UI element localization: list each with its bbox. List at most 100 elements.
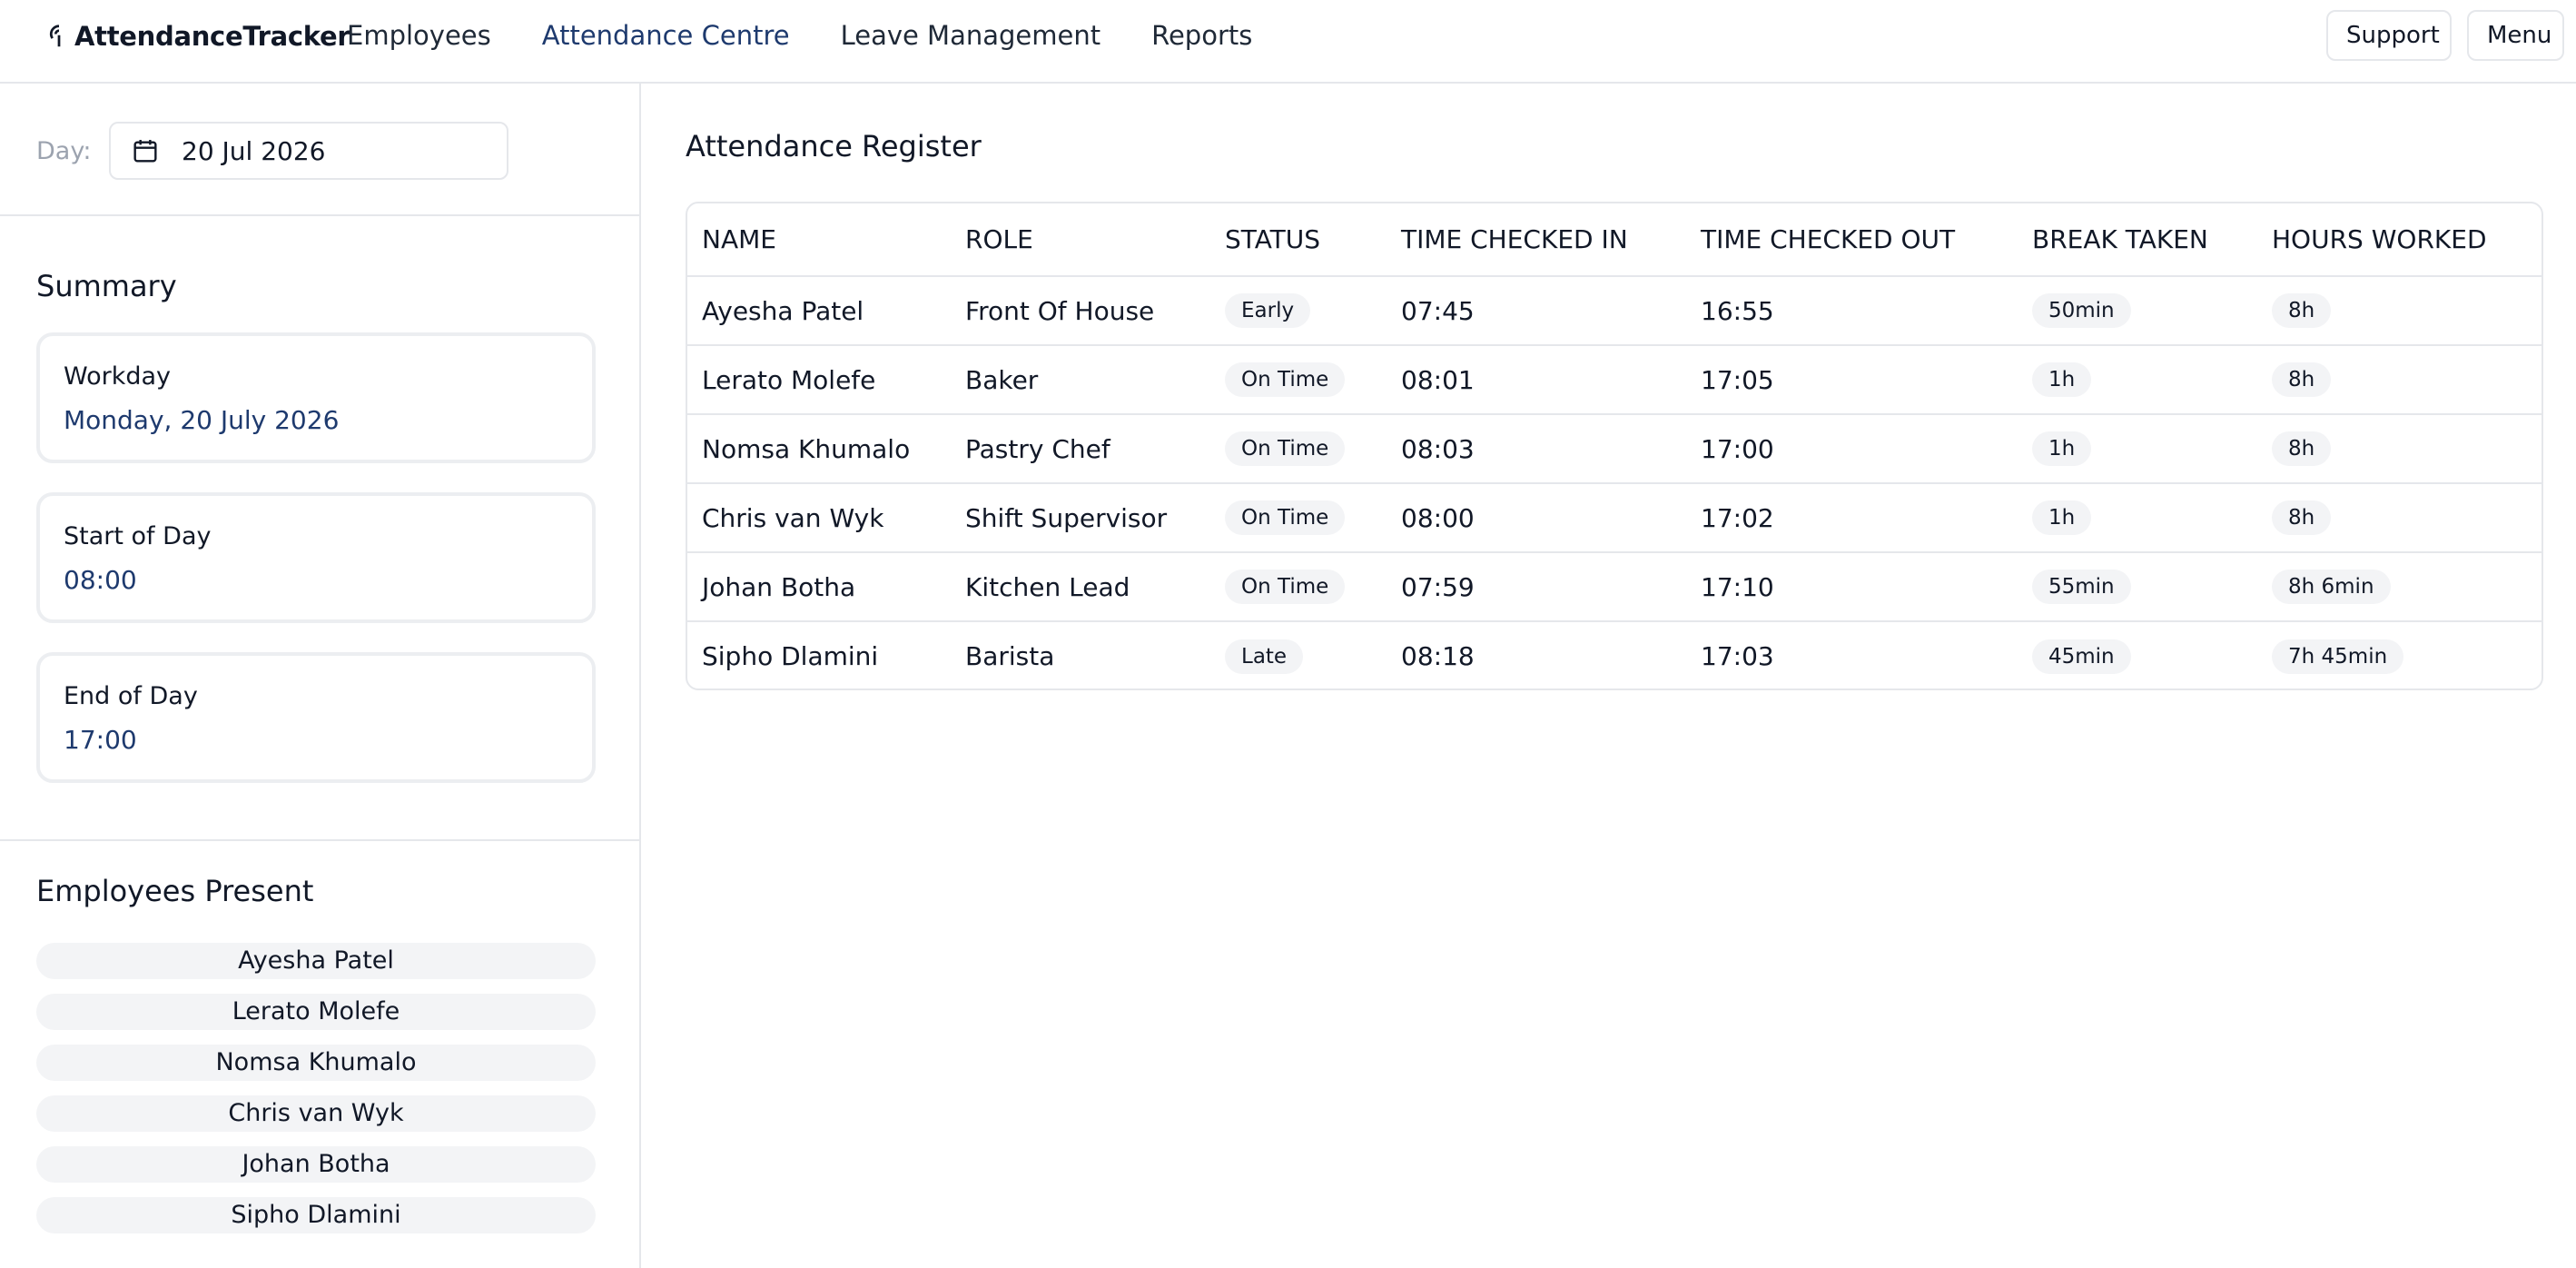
status-cell: On Time — [1210, 483, 1387, 553]
time-in-cell: 07:59 — [1387, 552, 1686, 622]
break-badge: 1h — [2032, 362, 2092, 397]
main-nav: Employees Attendance Centre Leave Manage… — [347, 16, 1252, 54]
attendance-register-title: Attendance Register — [686, 129, 982, 163]
employee-name-cell: Ayesha Patel — [687, 276, 951, 346]
table-row[interactable]: Ayesha Patel Front Of House Early 07:45 … — [687, 276, 2541, 346]
time-out-cell: 17:10 — [1686, 552, 2018, 622]
status-cell: On Time — [1210, 414, 1387, 484]
status-badge: On Time — [1225, 570, 1346, 604]
column-header-hours[interactable]: HOURS WORKED — [2257, 203, 2541, 277]
employee-name-cell: Nomsa Khumalo — [687, 414, 951, 484]
workday-value: Monday, 20 July 2026 — [64, 405, 340, 435]
calendar-icon — [133, 140, 157, 163]
time-out-cell: 17:02 — [1686, 483, 2018, 553]
table-row[interactable]: Chris van Wyk Shift Supervisor On Time 0… — [687, 483, 2541, 553]
date-picker-input[interactable]: 20 Jul 2026 — [109, 122, 508, 180]
hours-cell: 7h 45min — [2257, 621, 2541, 688]
support-button[interactable]: Support — [2326, 10, 2452, 61]
break-cell: 55min — [2018, 552, 2257, 622]
menu-button[interactable]: Menu — [2467, 10, 2564, 61]
time-in-cell: 08:01 — [1387, 345, 1686, 415]
sidebar: Day: 20 Jul 2026 Summary Workday Monday,… — [0, 84, 641, 1268]
break-cell: 1h — [2018, 483, 2257, 553]
status-badge: On Time — [1225, 431, 1346, 466]
app-name: AttendanceTracker — [74, 21, 350, 52]
column-header-time-in[interactable]: TIME CHECKED IN — [1387, 203, 1686, 277]
employee-name-cell: Johan Botha — [687, 552, 951, 622]
status-cell: On Time — [1210, 345, 1387, 415]
hours-badge: 8h 6min — [2272, 570, 2391, 604]
app-logo[interactable]: AttendanceTracker — [45, 18, 350, 54]
status-cell: Late — [1210, 621, 1387, 688]
break-badge: 55min — [2032, 570, 2131, 604]
break-badge: 50min — [2032, 293, 2131, 328]
status-cell: Early — [1210, 276, 1387, 346]
hours-badge: 8h — [2272, 431, 2332, 466]
nav-leave-management[interactable]: Leave Management — [841, 16, 1101, 54]
break-badge: 1h — [2032, 431, 2092, 466]
hours-cell: 8h — [2257, 414, 2541, 484]
role-cell: Baker — [951, 345, 1210, 415]
status-badge: On Time — [1225, 500, 1346, 535]
start-of-day-label: Start of Day — [64, 522, 212, 550]
column-header-break[interactable]: BREAK TAKEN — [2018, 203, 2257, 277]
time-in-cell: 07:45 — [1387, 276, 1686, 346]
start-of-day-card: Start of Day 08:00 — [36, 492, 596, 623]
hours-badge: 7h 45min — [2272, 639, 2404, 674]
present-employee-pill: Lerato Molefe — [36, 994, 596, 1030]
hours-cell: 8h — [2257, 483, 2541, 553]
present-employee-pill: Chris van Wyk — [36, 1095, 596, 1132]
present-employee-pill: Johan Botha — [36, 1146, 596, 1183]
workday-label: Workday — [64, 362, 172, 391]
column-header-role[interactable]: ROLE — [951, 203, 1210, 277]
break-badge: 1h — [2032, 500, 2092, 535]
column-header-time-out[interactable]: TIME CHECKED OUT — [1686, 203, 2018, 277]
workday-card: Workday Monday, 20 July 2026 — [36, 332, 596, 463]
table-row[interactable]: Lerato Molefe Baker On Time 08:01 17:05 … — [687, 345, 2541, 415]
nav-employees[interactable]: Employees — [347, 16, 491, 54]
role-cell: Shift Supervisor — [951, 483, 1210, 553]
break-cell: 50min — [2018, 276, 2257, 346]
hours-cell: 8h — [2257, 345, 2541, 415]
time-out-cell: 17:00 — [1686, 414, 2018, 484]
column-header-status[interactable]: STATUS — [1210, 203, 1387, 277]
role-cell: Kitchen Lead — [951, 552, 1210, 622]
present-employee-pill: Sipho Dlamini — [36, 1197, 596, 1233]
role-cell: Barista — [965, 641, 1055, 671]
employees-present-title: Employees Present — [36, 874, 314, 908]
status-badge: Late — [1225, 639, 1304, 674]
hours-badge: 8h — [2272, 293, 2332, 328]
sidebar-divider — [0, 839, 639, 841]
date-value: 20 Jul 2026 — [182, 135, 326, 166]
break-cell: 1h — [2018, 414, 2257, 484]
start-of-day-value: 08:00 — [64, 565, 137, 595]
status-cell: On Time — [1210, 552, 1387, 622]
present-employee-pill: Nomsa Khumalo — [36, 1045, 596, 1081]
location-pin-icon — [49, 25, 61, 47]
time-out-cell: 17:05 — [1686, 345, 2018, 415]
column-header-name[interactable]: NAME — [687, 203, 951, 277]
attendance-register-table: NAME ROLE STATUS TIME CHECKED IN TIME CH… — [686, 202, 2543, 690]
role-cell: Pastry Chef — [951, 414, 1210, 484]
employee-name-cell: Chris van Wyk — [687, 483, 951, 553]
nav-reports[interactable]: Reports — [1151, 16, 1252, 54]
hours-cell: 8h 6min — [2257, 552, 2541, 622]
present-employee-pill: Ayesha Patel — [36, 943, 596, 979]
day-picker-row: Day: 20 Jul 2026 — [36, 122, 508, 180]
day-label: Day: — [36, 136, 92, 165]
end-of-day-card: End of Day 17:00 — [36, 652, 596, 783]
break-badge: 45min — [2032, 639, 2131, 674]
time-out-cell: 17:03 — [1701, 641, 1774, 671]
top-navigation-bar: AttendanceTracker Employees Attendance C… — [0, 0, 2576, 84]
sidebar-divider — [0, 214, 639, 216]
table-row[interactable]: Sipho Dlamini Barista Late 08:18 17:03 4… — [687, 621, 2541, 688]
break-cell: 45min — [2018, 621, 2257, 688]
table-row[interactable]: Johan Botha Kitchen Lead On Time 07:59 1… — [687, 552, 2541, 622]
table-row[interactable]: Nomsa Khumalo Pastry Chef On Time 08:03 … — [687, 414, 2541, 484]
end-of-day-label: End of Day — [64, 682, 198, 710]
hours-badge: 8h — [2272, 500, 2332, 535]
time-in-cell: 08:18 — [1401, 641, 1475, 671]
nav-attendance-centre[interactable]: Attendance Centre — [542, 16, 790, 54]
time-out-cell: 16:55 — [1686, 276, 2018, 346]
hours-cell: 8h — [2257, 276, 2541, 346]
